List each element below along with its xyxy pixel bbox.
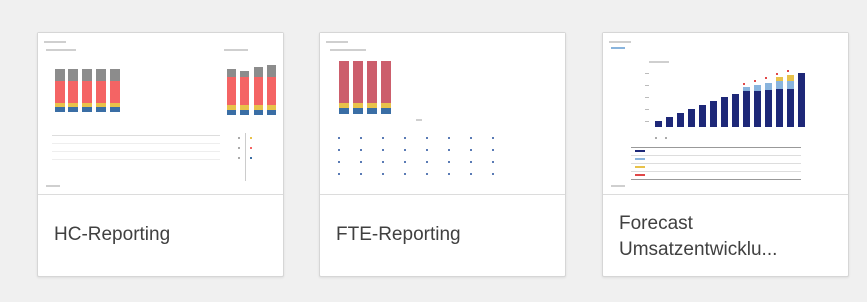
- sheet-thumbnail-hc-reporting: [38, 33, 283, 195]
- sheet-title[interactable]: HC-Reporting: [54, 207, 259, 263]
- sheet-title[interactable]: Forecast Umsatzentwicklu...: [619, 211, 824, 267]
- sheet-title-line1: Forecast: [619, 213, 693, 234]
- sheet-card-forecast-umsatzentwicklung[interactable]: Forecast Umsatzentwicklu...: [602, 32, 849, 277]
- sheet-thumbnail-forecast: [603, 33, 848, 195]
- sheet-card-hc-reporting[interactable]: HC-Reporting: [37, 32, 284, 277]
- sheet-card-fte-reporting[interactable]: FTE-Reporting: [319, 32, 566, 277]
- sheet-title[interactable]: FTE-Reporting: [336, 207, 541, 263]
- sheet-thumbnail-fte-reporting: [320, 33, 565, 195]
- sheet-title-line2: Umsatzentwicklu...: [619, 239, 778, 260]
